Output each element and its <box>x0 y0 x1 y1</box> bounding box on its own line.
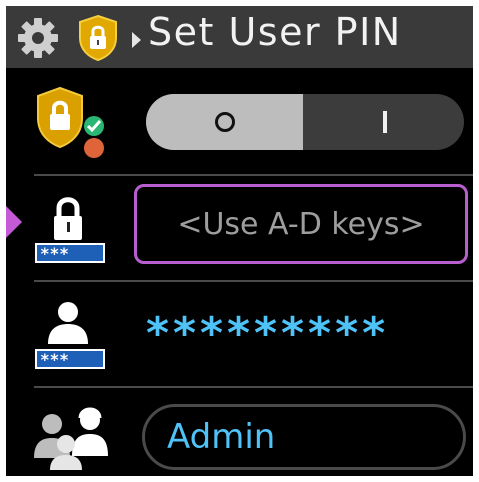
security-shield-lock-icon <box>79 14 117 62</box>
on-glyph-icon <box>382 111 387 133</box>
pin-input-placeholder: <Use A-D keys> <box>177 206 425 242</box>
role-select-value: Admin <box>167 417 276 457</box>
shield-lock-status-icon <box>37 86 104 158</box>
svg-text:***_: ***_ <box>40 350 79 369</box>
gear-icon[interactable] <box>16 16 60 60</box>
off-glyph-icon <box>214 112 235 132</box>
row-divider <box>34 174 473 176</box>
enable-pin-toggle[interactable] <box>146 94 464 150</box>
toggle-on-option[interactable] <box>305 94 464 150</box>
toggle-off-option[interactable] <box>146 94 303 150</box>
users-role-icon <box>34 407 108 470</box>
row-divider <box>34 280 473 282</box>
breadcrumb-arrow-icon <box>132 32 141 48</box>
screen: Set User PIN ***_ <Use A-D keys> ***_ **… <box>6 6 473 476</box>
row-divider <box>34 386 473 388</box>
title-bar: Set User PIN <box>6 6 473 68</box>
role-select[interactable]: Admin <box>142 404 466 470</box>
selection-marker-icon <box>6 206 22 238</box>
user-pin-value: ********* <box>146 308 390 359</box>
pin-input-field[interactable]: <Use A-D keys> <box>134 184 468 264</box>
svg-text:***_: ***_ <box>40 244 79 263</box>
page-title: Set User PIN <box>148 10 402 54</box>
user-pin-icon: ***_ <box>35 302 105 369</box>
lock-pin-icon: ***_ <box>35 197 105 263</box>
